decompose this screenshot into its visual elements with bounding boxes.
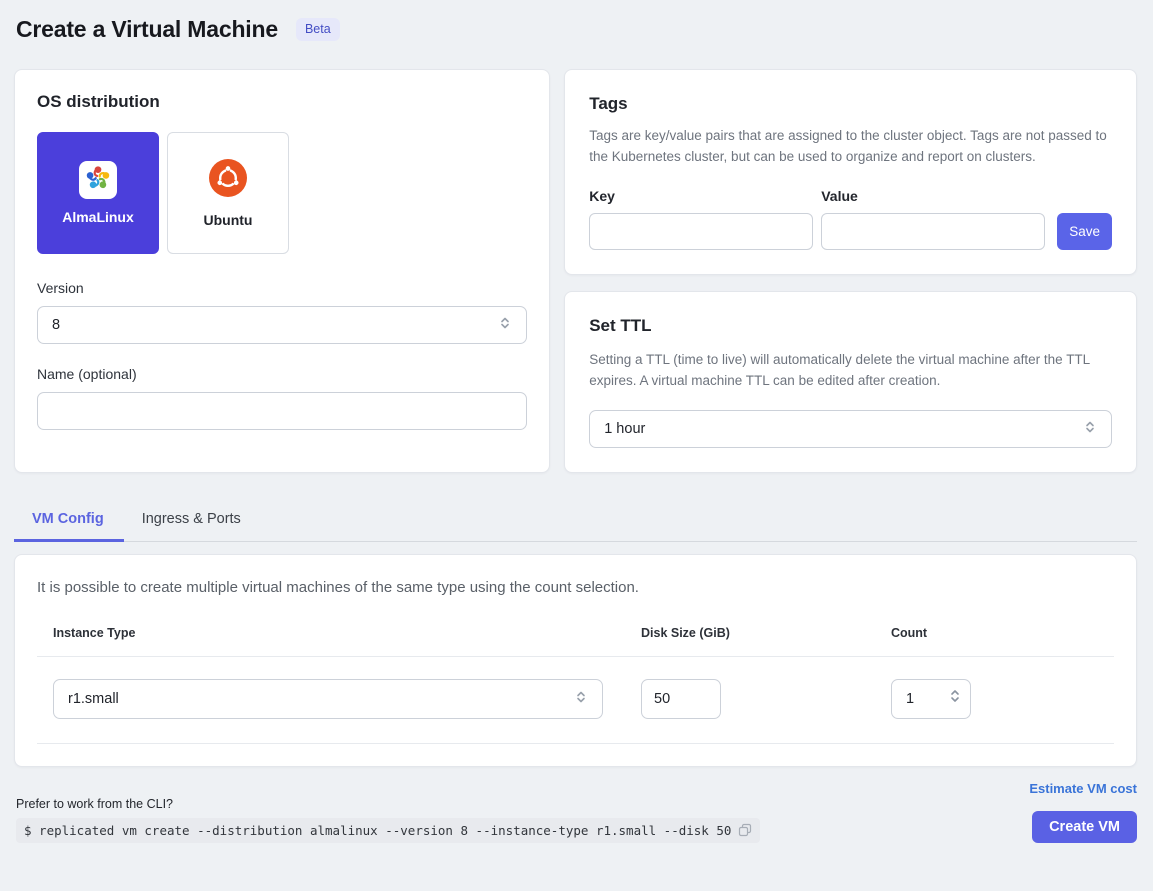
version-select[interactable]: 8: [37, 306, 527, 344]
ttl-card-description: Setting a TTL (time to live) will automa…: [589, 350, 1112, 392]
right-column: Tags Tags are key/value pairs that are a…: [564, 69, 1137, 473]
almalinux-logo-box: [79, 161, 117, 199]
tags-key-value-row: Key Value Save: [589, 188, 1112, 250]
os-card-title: OS distribution: [37, 92, 527, 112]
set-ttl-card: Set TTL Setting a TTL (time to live) wil…: [564, 291, 1137, 473]
create-vm-button[interactable]: Create VM: [1032, 811, 1137, 843]
version-label: Version: [37, 280, 527, 296]
tab-vm-config[interactable]: VM Config: [14, 501, 124, 542]
cli-command-text: $ replicated vm create --distribution al…: [24, 823, 731, 838]
page-header: Create a Virtual Machine Beta: [16, 16, 1135, 43]
os-tile-almalinux[interactable]: AlmaLinux: [37, 132, 159, 254]
tag-key-input[interactable]: [589, 213, 813, 250]
instance-type-cell: r1.small: [37, 679, 625, 719]
os-distribution-card: OS distribution: [14, 69, 550, 473]
stepper-updown-icon[interactable]: [948, 687, 962, 710]
footer-actions: Estimate VM cost Create VM: [1029, 781, 1137, 843]
tag-value-label: Value: [821, 188, 1045, 204]
tags-card-title: Tags: [589, 94, 1112, 114]
vm-card-bottom-spacer: [15, 744, 1136, 766]
cli-command-box: $ replicated vm create --distribution al…: [16, 818, 760, 843]
top-cards-row: OS distribution: [14, 69, 1137, 473]
disk-size-cell: [625, 679, 875, 719]
tags-card-description: Tags are key/value pairs that are assign…: [589, 126, 1112, 168]
column-header-count: Count: [875, 626, 1114, 640]
count-stepper[interactable]: [891, 679, 971, 719]
cli-prompt-text: Prefer to work from the CLI?: [16, 797, 760, 811]
ubuntu-logo-icon: [209, 159, 247, 202]
beta-badge: Beta: [296, 18, 340, 41]
name-block: Name (optional): [37, 366, 527, 430]
footer: Prefer to work from the CLI? $ replicate…: [14, 781, 1137, 843]
tag-key-label: Key: [589, 188, 813, 204]
tag-key-column: Key: [589, 188, 813, 250]
chevron-updown-icon: [574, 689, 588, 709]
disk-size-input[interactable]: [641, 679, 721, 719]
page-title: Create a Virtual Machine: [16, 16, 278, 43]
vm-table-row: r1.small: [37, 657, 1114, 744]
cli-block: Prefer to work from the CLI? $ replicate…: [14, 797, 760, 843]
instance-type-select-value: r1.small: [68, 691, 574, 707]
version-block: Version 8: [37, 280, 527, 344]
ttl-select[interactable]: 1 hour: [589, 410, 1112, 448]
version-select-value: 8: [52, 317, 498, 333]
os-tile-label-almalinux: AlmaLinux: [62, 209, 134, 225]
vm-config-card: It is possible to create multiple virtua…: [14, 554, 1137, 767]
tab-ingress-ports[interactable]: Ingress & Ports: [124, 501, 261, 542]
column-header-disk-size: Disk Size (GiB): [625, 626, 875, 640]
os-tile-ubuntu[interactable]: Ubuntu: [167, 132, 289, 254]
ttl-card-title: Set TTL: [589, 316, 1112, 336]
tag-value-input[interactable]: [821, 213, 1045, 250]
tags-card: Tags Tags are key/value pairs that are a…: [564, 69, 1137, 275]
save-tag-button[interactable]: Save: [1057, 213, 1112, 250]
column-header-instance-type: Instance Type: [37, 626, 625, 640]
count-cell: [875, 679, 1114, 719]
vm-table-header: Instance Type Disk Size (GiB) Count: [37, 626, 1114, 657]
almalinux-logo-icon: [83, 163, 113, 198]
page: Create a Virtual Machine Beta OS distrib…: [0, 0, 1153, 859]
instance-type-select[interactable]: r1.small: [53, 679, 603, 719]
ttl-select-value: 1 hour: [604, 421, 1083, 437]
copy-icon[interactable]: [738, 823, 752, 837]
chevron-updown-icon: [1083, 419, 1097, 439]
chevron-updown-icon: [498, 315, 512, 335]
estimate-vm-cost-link[interactable]: Estimate VM cost: [1029, 781, 1137, 796]
name-input[interactable]: [37, 392, 527, 430]
tag-value-column: Value: [821, 188, 1045, 250]
os-tile-label-ubuntu: Ubuntu: [204, 212, 253, 228]
vm-config-note: It is possible to create multiple virtua…: [37, 579, 1114, 596]
tab-bar: VM Config Ingress & Ports: [14, 501, 1137, 542]
name-label: Name (optional): [37, 366, 527, 382]
count-input[interactable]: [906, 691, 948, 707]
os-tiles: AlmaLinux: [37, 132, 527, 254]
